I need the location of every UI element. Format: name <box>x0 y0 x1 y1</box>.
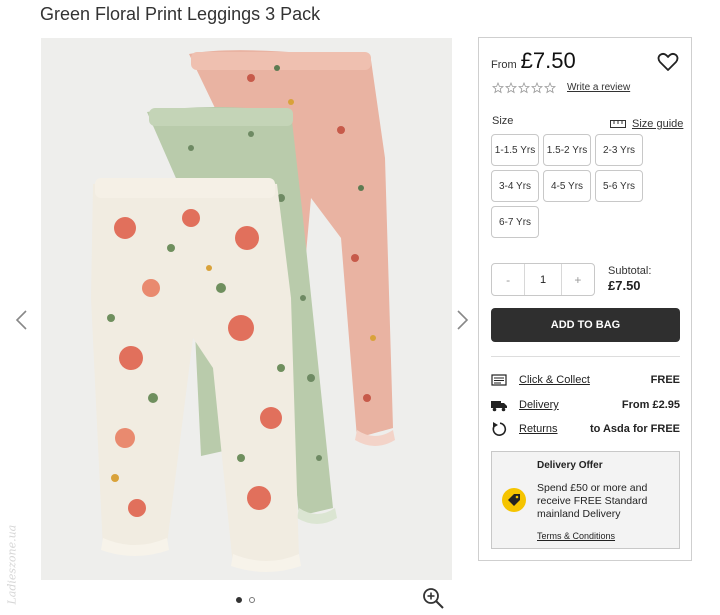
divider <box>491 356 680 357</box>
size-guide-label: Size guide <box>632 118 684 130</box>
purchase-panel: From £7.50 Write a review Size Size guid… <box>478 37 692 561</box>
price-tag-icon <box>508 494 520 506</box>
rating-stars <box>492 82 556 94</box>
watermark-text: Ladieszone.ua <box>5 524 19 605</box>
star-empty-icon <box>531 82 543 94</box>
wishlist-button[interactable] <box>657 52 679 72</box>
click-collect-link[interactable]: Click & Collect <box>519 374 590 386</box>
size-option[interactable]: 2-3 Yrs <box>595 134 643 166</box>
previous-image-button[interactable] <box>14 308 30 332</box>
quantity-increase-button[interactable]: + <box>560 264 594 295</box>
size-option[interactable]: 3-4 Yrs <box>491 170 539 202</box>
size-option[interactable]: 6-7 Yrs <box>491 206 539 238</box>
delivery-offer-box: Delivery Offer Spend £50 or more and rec… <box>491 451 680 549</box>
leggings-illustration <box>91 50 395 572</box>
product-title: Green Floral Print Leggings 3 Pack <box>40 4 321 24</box>
chevron-right-icon <box>457 310 469 330</box>
add-to-bag-button[interactable]: ADD TO BAG <box>491 308 680 342</box>
star-empty-icon <box>518 82 530 94</box>
returns-link[interactable]: Returns <box>519 423 558 435</box>
cream-leggings <box>91 178 301 572</box>
delivery-row-returns: Returns to Asda for FREE <box>491 420 680 438</box>
size-label: Size <box>492 115 514 127</box>
watermark: Ladieszone.ua <box>4 490 20 610</box>
terms-conditions-link[interactable]: Terms & Conditions <box>537 531 615 541</box>
image-pagination <box>236 597 255 603</box>
click-collect-value: FREE <box>650 374 680 386</box>
subtotal-amount: £7.50 <box>608 278 641 293</box>
chevron-left-icon <box>15 310 27 330</box>
pagination-dot-2[interactable] <box>249 597 255 603</box>
quantity-decrease-button[interactable]: - <box>492 264 526 295</box>
offer-badge <box>502 488 526 512</box>
price-row: From £7.50 <box>491 48 576 74</box>
returns-icon <box>492 422 507 436</box>
quantity-stepper: - 1 + <box>491 263 595 296</box>
size-option[interactable]: 1.5-2 Yrs <box>543 134 591 166</box>
next-image-button[interactable] <box>454 308 470 332</box>
click-collect-icon <box>491 374 507 386</box>
size-option[interactable]: 1-1.5 Yrs <box>491 134 539 166</box>
offer-title: Delivery Offer <box>537 460 603 471</box>
heart-icon <box>657 52 679 71</box>
subtotal: Subtotal: £7.50 <box>608 265 651 293</box>
size-option[interactable]: 4-5 Yrs <box>543 170 591 202</box>
delivery-truck-icon <box>491 401 507 412</box>
returns-value: to Asda for FREE <box>589 423 680 435</box>
subtotal-label: Subtotal: <box>608 265 652 277</box>
pagination-dot-1[interactable] <box>236 597 242 603</box>
quantity-value[interactable]: 1 <box>525 264 560 295</box>
size-option[interactable]: 5-6 Yrs <box>595 170 643 202</box>
star-empty-icon <box>544 82 556 94</box>
delivery-row-click-collect: Click & Collect FREE <box>491 371 680 389</box>
delivery-value: From £2.95 <box>621 399 680 411</box>
size-guide-link[interactable]: Size guide <box>610 118 683 130</box>
zoom-in-icon <box>423 588 444 609</box>
delivery-link[interactable]: Delivery <box>519 399 559 411</box>
write-review-link[interactable]: Write a review <box>567 82 630 93</box>
star-empty-icon <box>505 82 517 94</box>
delivery-row-delivery: Delivery From £2.95 <box>491 396 680 414</box>
offer-body: Spend £50 or more and receive FREE Stand… <box>537 482 648 520</box>
zoom-button[interactable] <box>421 586 445 610</box>
ruler-icon <box>610 120 626 128</box>
product-image[interactable] <box>41 38 452 580</box>
price-amount: £7.50 <box>520 48 576 73</box>
star-empty-icon <box>492 82 504 94</box>
size-options: 1-1.5 Yrs 1.5-2 Yrs 2-3 Yrs 3-4 Yrs 4-5 … <box>491 134 651 238</box>
price-from-label: From <box>491 59 517 71</box>
